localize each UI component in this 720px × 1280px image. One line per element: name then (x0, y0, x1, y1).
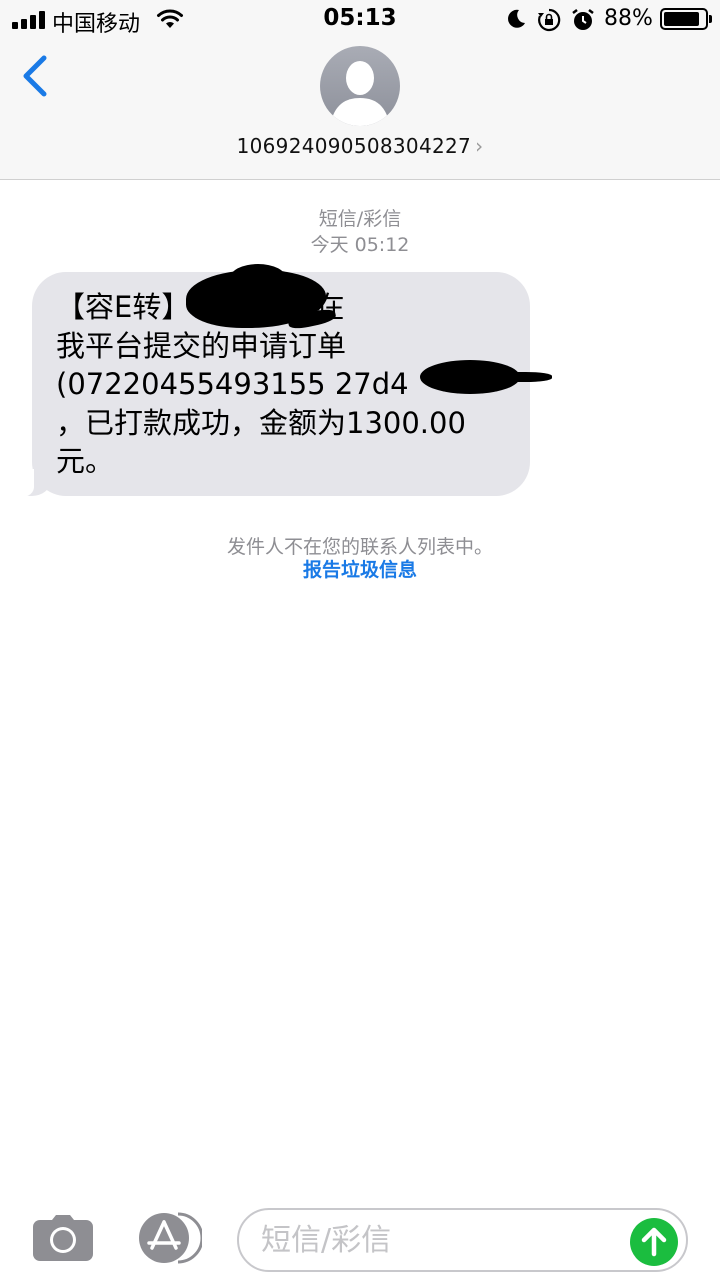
send-arrow-icon (641, 1227, 667, 1257)
chevron-right-icon: › (475, 134, 484, 158)
redaction-scribble (486, 372, 552, 382)
battery-icon (660, 8, 712, 30)
message-line: 元。 (56, 444, 115, 478)
message-input[interactable] (261, 1220, 621, 1260)
moon-icon (508, 9, 525, 28)
message-line: 我平台提交的申请订单 (56, 328, 347, 363)
message-type-label: 短信/彩信 (318, 208, 402, 230)
status-bar: 中国移动 05:13 88% (0, 0, 720, 40)
app-store-icon[interactable] (134, 1212, 202, 1264)
contact-avatar-icon[interactable] (320, 46, 400, 126)
send-button[interactable] (630, 1218, 678, 1266)
message-line: ，已打款成功，金额为1300.00 (56, 405, 466, 440)
contact-number[interactable]: 106924090508304227 › (0, 134, 720, 158)
battery-percent: 88% (604, 6, 653, 31)
rotation-lock-icon (538, 8, 561, 32)
back-chevron-icon[interactable] (20, 54, 50, 98)
message-timestamp: 今天 05:12 (310, 234, 410, 256)
redaction-scribble (230, 264, 286, 292)
camera-icon[interactable] (32, 1214, 94, 1262)
report-junk-link[interactable]: 报告垃圾信息 (0, 555, 720, 582)
header: 中国移动 05:13 88% 106924090508304227 › (0, 0, 720, 180)
alarm-icon (572, 9, 594, 30)
message-input-field[interactable] (237, 1208, 688, 1272)
